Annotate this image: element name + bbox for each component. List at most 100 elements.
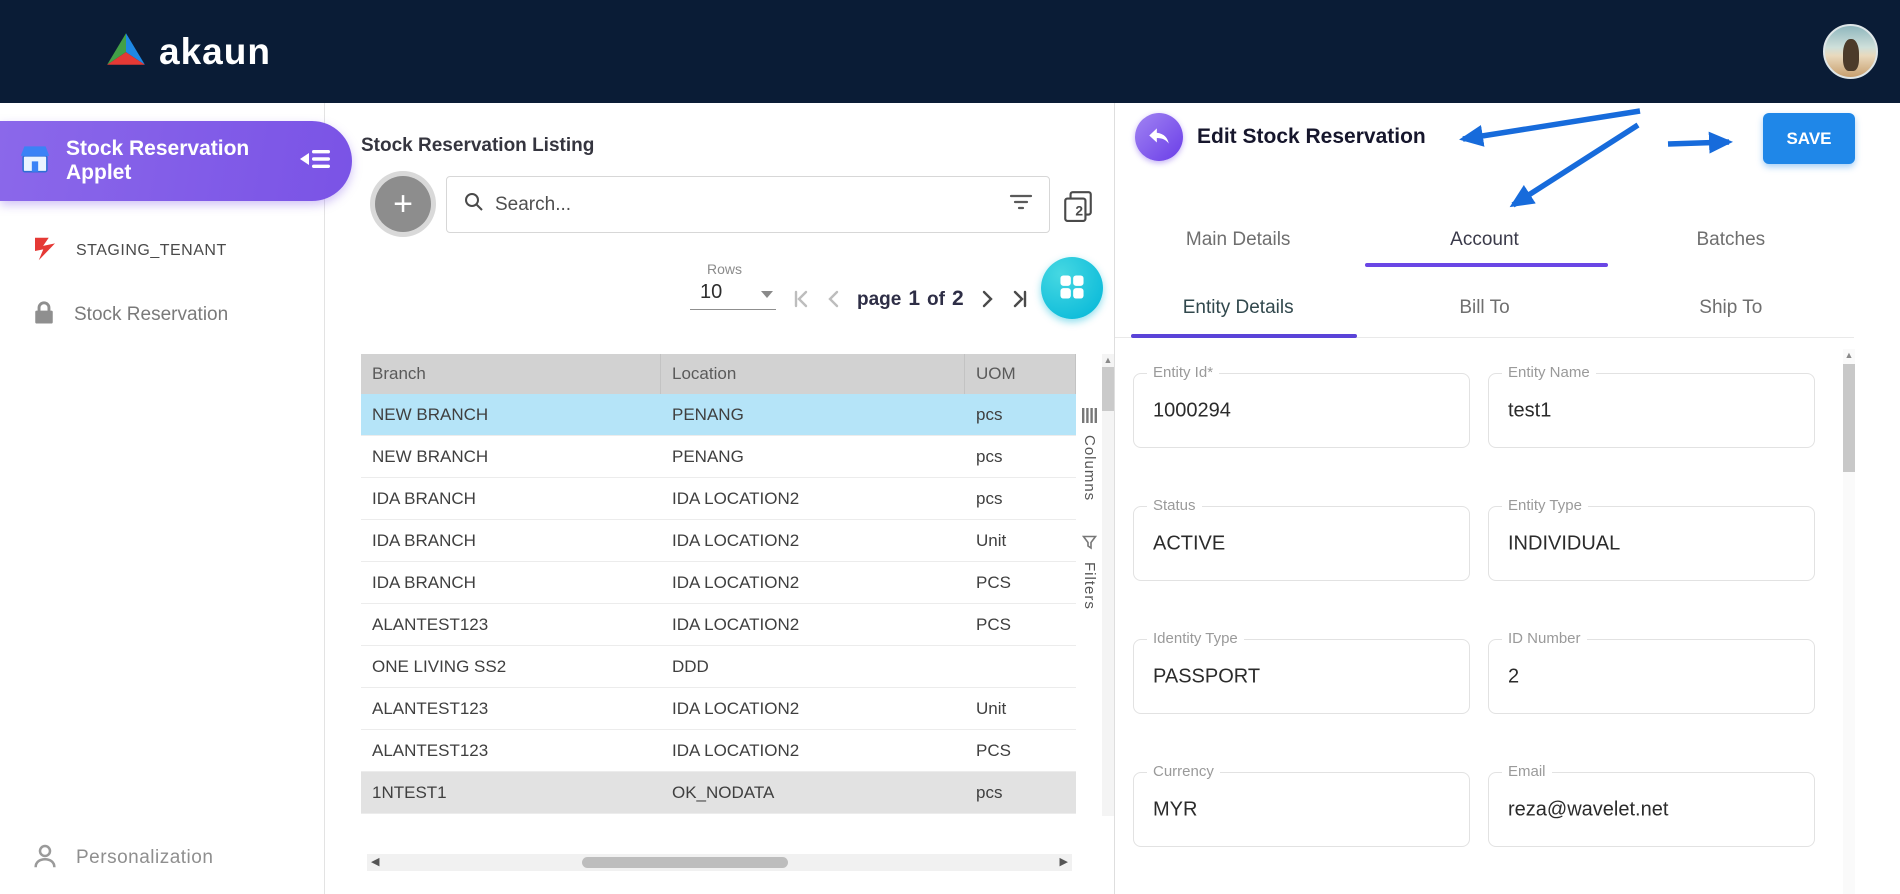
user-avatar[interactable]	[1823, 24, 1878, 79]
subtab-bill-to[interactable]: Bill To	[1361, 280, 1607, 337]
scroll-left-icon[interactable]: ◀	[371, 854, 379, 871]
table-cell: IDA BRANCH	[361, 489, 661, 509]
rows-per-page-label: Rows	[707, 261, 742, 277]
entity-details-form: Entity Id* 1000294 Entity Name test1 Sta…	[1133, 373, 1815, 847]
lock-icon	[30, 299, 58, 332]
add-button[interactable]: +	[375, 176, 431, 232]
table-row[interactable]: 1NTEST1OK_NODATApcs	[361, 772, 1076, 814]
total-pages: 2	[952, 287, 964, 311]
tab-main-details[interactable]: Main Details	[1115, 215, 1361, 267]
columns-tab[interactable]: Columns	[1081, 408, 1098, 501]
sidebar-item-tenant[interactable]: STAGING_TENANT	[30, 233, 227, 269]
menu-collapse-icon[interactable]	[298, 146, 332, 177]
table-cell: NEW BRANCH	[361, 447, 661, 467]
scroll-right-icon[interactable]: ▶	[1060, 854, 1068, 871]
save-button[interactable]: SAVE	[1763, 113, 1855, 164]
status-field[interactable]: Status ACTIVE	[1133, 506, 1470, 581]
column-header-uom[interactable]: UOM	[965, 354, 1076, 394]
table-cell: pcs	[965, 489, 1076, 509]
scroll-up-icon[interactable]: ▲	[1843, 349, 1855, 362]
vertical-scroll-thumb[interactable]	[1102, 367, 1114, 411]
columns-icon	[1082, 408, 1097, 428]
table-cell: Unit	[965, 531, 1076, 551]
sidebar-item-stock-reservation-applet[interactable]: Stock Reservation Applet	[0, 121, 352, 201]
entity-name-field[interactable]: Entity Name test1	[1488, 373, 1815, 448]
table-cell: pcs	[965, 405, 1076, 425]
editor-vertical-scrollbar[interactable]: ▲	[1843, 349, 1855, 894]
table-cell: PCS	[965, 741, 1076, 761]
table-vertical-scrollbar[interactable]: ▲	[1102, 354, 1114, 816]
table-side-tabs: Columns Filters	[1078, 354, 1101, 610]
table-cell: Unit	[965, 699, 1076, 719]
table-cell: IDA LOCATION2	[661, 615, 965, 635]
search-input[interactable]	[495, 194, 999, 216]
table-row[interactable]: ONE LIVING SS2DDD	[361, 646, 1076, 688]
table-cell: IDA LOCATION2	[661, 531, 965, 551]
table-cell: DDD	[661, 657, 965, 677]
column-header-branch[interactable]: Branch	[361, 354, 661, 394]
table-row[interactable]: NEW BRANCHPENANGpcs	[361, 394, 1076, 436]
table-cell: IDA LOCATION2	[661, 573, 965, 593]
module-label: Stock Reservation	[74, 304, 228, 326]
subtab-ship-to[interactable]: Ship To	[1608, 280, 1854, 337]
table-row[interactable]: ALANTEST123IDA LOCATION2PCS	[361, 604, 1076, 646]
table-cell: 1NTEST1	[361, 783, 661, 803]
rows-per-page-value: 10	[700, 281, 760, 304]
filters-tab[interactable]: Filters	[1081, 535, 1098, 610]
first-page-button[interactable]	[791, 289, 811, 309]
back-button[interactable]	[1135, 113, 1183, 161]
editor-scroll-thumb[interactable]	[1843, 364, 1855, 472]
table-row[interactable]: ALANTEST123IDA LOCATION2Unit	[361, 688, 1076, 730]
tab-account[interactable]: Account	[1361, 215, 1607, 267]
tenant-label: STAGING_TENANT	[76, 242, 227, 260]
table-horizontal-scrollbar[interactable]: ◀ ▶	[367, 854, 1072, 871]
table-row[interactable]: IDA BRANCHIDA LOCATION2Unit	[361, 520, 1076, 562]
email-field[interactable]: Email reza@wavelet.net	[1488, 772, 1815, 847]
current-page: 1	[908, 287, 920, 311]
table-cell: pcs	[965, 447, 1076, 467]
last-page-button[interactable]	[1010, 289, 1030, 309]
entity-id-field[interactable]: Entity Id* 1000294	[1133, 373, 1470, 448]
next-page-button[interactable]	[977, 289, 997, 309]
filter-list-icon[interactable]	[1009, 192, 1033, 217]
stock-reservation-table: Branch Location UOM NEW BRANCHPENANGpcsN…	[361, 354, 1076, 814]
back-arrow-icon	[1146, 123, 1172, 152]
horizontal-scroll-thumb[interactable]	[582, 857, 788, 868]
table-cell: ALANTEST123	[361, 615, 661, 635]
scroll-up-icon[interactable]: ▲	[1102, 354, 1114, 366]
table-cell: PCS	[965, 615, 1076, 635]
sidebar-item-stock-reservation[interactable]: Stock Reservation	[30, 296, 228, 334]
column-header-location[interactable]: Location	[661, 354, 965, 394]
table-row[interactable]: IDA BRANCHIDA LOCATION2PCS	[361, 562, 1076, 604]
identity-type-field[interactable]: Identity Type PASSPORT	[1133, 639, 1470, 714]
applet-name: Stock Reservation Applet	[66, 137, 286, 184]
table-cell: PCS	[965, 573, 1076, 593]
rows-per-page-select[interactable]: 10	[690, 279, 776, 310]
table-row[interactable]: NEW BRANCHPENANGpcs	[361, 436, 1076, 478]
person-icon	[30, 841, 60, 876]
chevron-down-icon	[760, 286, 774, 304]
apps-grid-button[interactable]	[1041, 257, 1103, 319]
currency-field[interactable]: Currency MYR	[1133, 772, 1470, 847]
subtab-entity-details[interactable]: Entity Details	[1115, 280, 1361, 337]
id-number-field[interactable]: ID Number 2	[1488, 639, 1815, 714]
table-cell: OK_NODATA	[661, 783, 965, 803]
prev-page-button[interactable]	[824, 289, 844, 309]
table-row[interactable]: IDA BRANCHIDA LOCATION2pcs	[361, 478, 1076, 520]
editor-panel: Edit Stock Reservation SAVE Main Details…	[1115, 103, 1900, 894]
tenant-icon	[30, 234, 60, 269]
table-cell: ALANTEST123	[361, 741, 661, 761]
table-cell: ALANTEST123	[361, 699, 661, 719]
search-icon	[463, 191, 485, 218]
table-row[interactable]: ALANTEST123IDA LOCATION2PCS	[361, 730, 1076, 772]
table-cell: PENANG	[661, 447, 965, 467]
entity-type-field[interactable]: Entity Type INDIVIDUAL	[1488, 506, 1815, 581]
copy-pages-icon[interactable]: 2	[1060, 189, 1096, 225]
sidebar-item-personalization[interactable]: Personalization	[30, 840, 213, 876]
table-cell: IDA LOCATION2	[661, 699, 965, 719]
table-cell: IDA LOCATION2	[661, 489, 965, 509]
tab-batches[interactable]: Batches	[1608, 215, 1854, 267]
listing-panel: Stock Reservation Listing + 2	[325, 103, 1115, 894]
filters-tab-label: Filters	[1081, 562, 1098, 610]
table-cell: NEW BRANCH	[361, 405, 661, 425]
